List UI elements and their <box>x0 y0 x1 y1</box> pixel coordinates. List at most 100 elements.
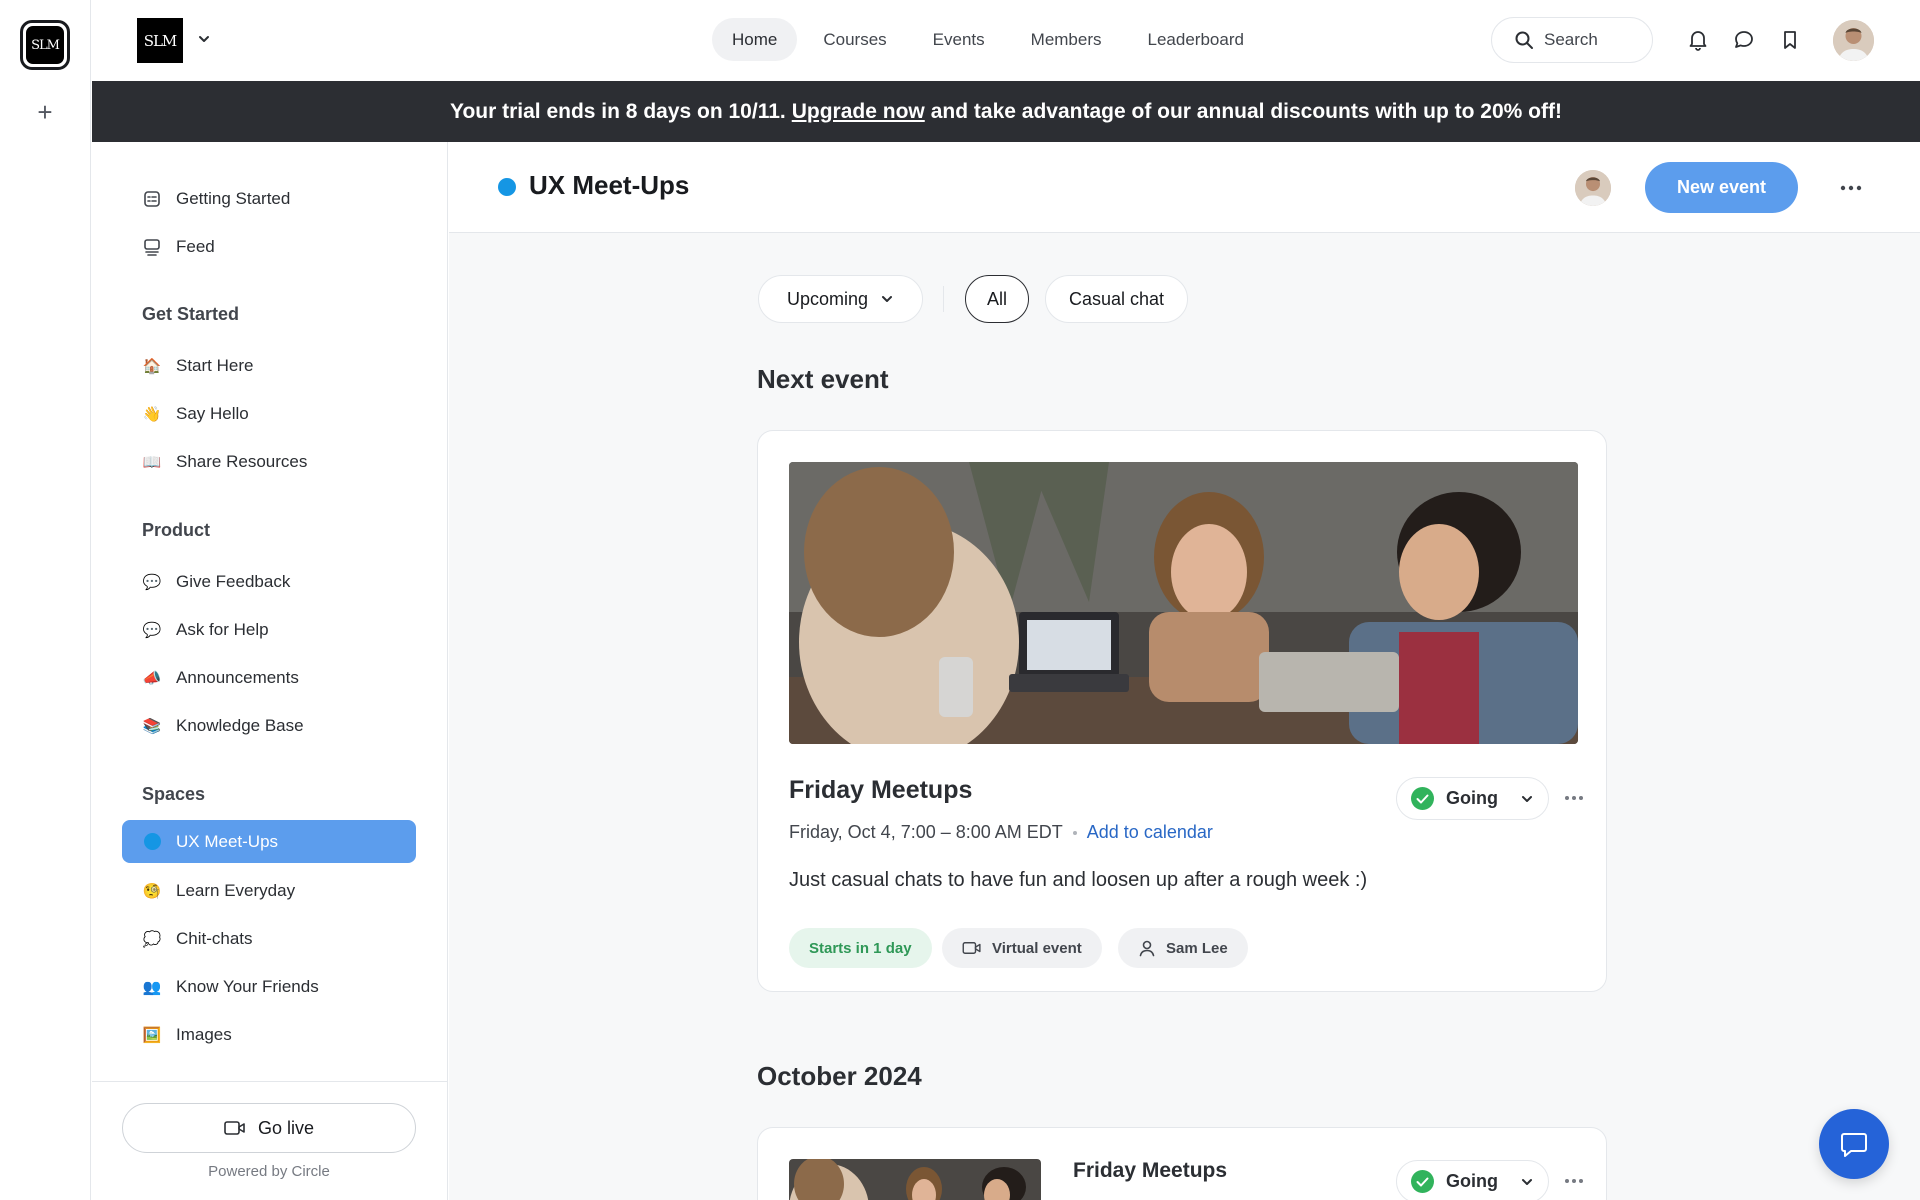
sidebar-item-label: Give Feedback <box>176 571 291 591</box>
space-member-avatar[interactable] <box>1575 170 1611 206</box>
search-label: Search <box>1544 30 1598 49</box>
rsvp-going-dropdown[interactable]: Going <box>1396 1160 1549 1200</box>
sidebar-item-announcements[interactable]: 📣 Announcements <box>122 656 416 699</box>
community-switcher-logo[interactable]: SLM <box>20 20 70 70</box>
event-title[interactable]: Friday Meetups <box>1073 1159 1227 1183</box>
speech-bubble-icon: 💬 <box>142 573 162 591</box>
chat-bubble-icon[interactable] <box>1732 28 1756 52</box>
speech-bubble-icon: 💬 <box>142 621 162 639</box>
top-header: SLM Home Courses Events Members Leaderbo… <box>92 0 1920 81</box>
sidebar-item-feed[interactable]: Feed <box>122 225 416 268</box>
books-icon: 📚 <box>142 717 162 735</box>
starts-in-badge: Starts in 1 day <box>789 928 932 968</box>
sidebar-group-spaces[interactable]: Spaces <box>142 784 205 805</box>
sidebar-item-knowledge-base[interactable]: 📚 Knowledge Base <box>122 704 416 747</box>
user-avatar[interactable] <box>1833 20 1874 61</box>
sidebar-item-label: Learn Everyday <box>176 880 296 900</box>
main-content: UX Meet-Ups New event Upcoming All Casua… <box>449 142 1920 1200</box>
video-camera-icon <box>962 942 981 954</box>
bookmark-icon[interactable] <box>1778 28 1802 52</box>
avatar-portrait-icon <box>1833 20 1874 61</box>
powered-by-circle[interactable]: Powered by Circle <box>122 1163 416 1180</box>
event-cover-image[interactable] <box>789 462 1578 744</box>
waving-hand-icon: 👋 <box>142 405 162 423</box>
sidebar: Getting Started Feed Get Started 🏠 Start… <box>92 142 448 1200</box>
check-circle-icon <box>1411 1170 1434 1193</box>
chevron-down-icon <box>882 296 893 302</box>
check-circle-icon <box>1411 787 1434 810</box>
video-camera-icon <box>224 1121 245 1135</box>
sidebar-item-start-here[interactable]: 🏠 Start Here <box>122 344 416 387</box>
search-button[interactable]: Search <box>1491 17 1653 63</box>
sidebar-item-label: UX Meet-Ups <box>176 831 279 851</box>
sidebar-item-ux-meet-ups[interactable]: UX Meet-Ups <box>122 820 416 863</box>
next-event-card[interactable]: Friday Meetups Friday, Oct 4, 7:00 – 8:0… <box>757 430 1607 992</box>
sidebar-item-label: Knowledge Base <box>176 715 304 735</box>
sidebar-item-label: Images <box>176 1024 232 1044</box>
event-list-card[interactable]: Friday Meetups Going <box>757 1127 1607 1200</box>
nav-home[interactable]: Home <box>712 18 798 61</box>
upcoming-filter-dropdown[interactable]: Upcoming <box>758 275 923 323</box>
add-community-button[interactable]: + <box>30 97 60 127</box>
more-options-icon[interactable] <box>1839 176 1863 200</box>
people-icon: 👥 <box>142 978 162 996</box>
chevron-down-icon[interactable] <box>195 30 213 48</box>
chevron-down-icon <box>1522 795 1532 802</box>
sidebar-item-label: Announcements <box>176 667 299 687</box>
rsvp-going-dropdown[interactable]: Going <box>1396 777 1549 820</box>
house-emoji-icon: 🏠 <box>142 357 162 375</box>
nav-events[interactable]: Events <box>913 18 1005 61</box>
community-rail: SLM + <box>0 0 91 1200</box>
sidebar-item-label: Chit-chats <box>176 928 253 948</box>
sidebar-item-know-your-friends[interactable]: 👥 Know Your Friends <box>122 965 416 1008</box>
search-icon <box>1515 31 1533 49</box>
sidebar-group-product[interactable]: Product <box>142 520 210 541</box>
sidebar-item-ask-for-help[interactable]: 💬 Ask for Help <box>122 608 416 651</box>
friends-at-cafe-photo <box>789 1159 1041 1200</box>
event-more-icon[interactable] <box>1563 787 1585 809</box>
blue-dot-icon <box>142 833 162 851</box>
rsvp-label: Going <box>1446 788 1498 808</box>
filter-divider <box>943 286 944 312</box>
host-name: Sam Lee <box>1166 939 1228 957</box>
sidebar-item-getting-started[interactable]: Getting Started <box>122 177 416 220</box>
virtual-event-badge: Virtual event <box>942 928 1102 968</box>
event-thumbnail[interactable] <box>789 1159 1041 1200</box>
sidebar-item-give-feedback[interactable]: 💬 Give Feedback <box>122 560 416 603</box>
community-logo-text: SLM <box>26 26 64 64</box>
sidebar-item-say-hello[interactable]: 👋 Say Hello <box>122 392 416 435</box>
chat-support-button[interactable] <box>1819 1109 1889 1179</box>
sidebar-item-share-resources[interactable]: 📖 Share Resources <box>122 440 416 483</box>
add-to-calendar-link[interactable]: Add to calendar <box>1087 822 1213 843</box>
filter-all[interactable]: All <box>965 275 1029 323</box>
sidebar-item-label: Start Here <box>176 355 254 375</box>
sidebar-item-label: Ask for Help <box>176 619 269 639</box>
host-badge[interactable]: Sam Lee <box>1118 928 1248 968</box>
event-description: Just casual chats to have fun and loosen… <box>789 869 1368 891</box>
sidebar-item-learn-everyday[interactable]: 🧐 Learn Everyday <box>122 869 416 912</box>
filter-casual-chat[interactable]: Casual chat <box>1045 275 1188 323</box>
nav-leaderboard[interactable]: Leaderboard <box>1128 18 1264 61</box>
bell-icon[interactable] <box>1686 28 1710 52</box>
event-datetime-text: Friday, Oct 4, 7:00 – 8:00 AM EDT <box>789 822 1063 842</box>
sidebar-item-images[interactable]: 🖼️ Images <box>122 1013 416 1056</box>
go-live-button[interactable]: Go live <box>122 1103 416 1153</box>
nav-members[interactable]: Members <box>1011 18 1122 61</box>
avatar-portrait-icon <box>1575 170 1611 206</box>
sidebar-divider <box>92 1081 447 1082</box>
new-event-button[interactable]: New event <box>1645 162 1798 213</box>
sidebar-item-label: Getting Started <box>176 188 291 208</box>
event-more-icon[interactable] <box>1563 1170 1585 1192</box>
sidebar-group-get-started[interactable]: Get Started <box>142 304 239 325</box>
brand-logo[interactable]: SLM <box>137 18 183 63</box>
month-heading: October 2024 <box>757 1061 922 1091</box>
sidebar-item-chit-chats[interactable]: 💭 Chit-chats <box>122 917 416 960</box>
space-header: UX Meet-Ups New event <box>449 142 1920 233</box>
upgrade-link[interactable]: Upgrade now <box>792 100 925 124</box>
person-icon <box>1139 940 1155 957</box>
separator-dot <box>1072 830 1077 835</box>
framed-picture-icon: 🖼️ <box>142 1026 162 1044</box>
chat-bubble-icon <box>1841 1133 1867 1157</box>
event-title[interactable]: Friday Meetups <box>789 776 972 805</box>
nav-courses[interactable]: Courses <box>803 18 906 61</box>
